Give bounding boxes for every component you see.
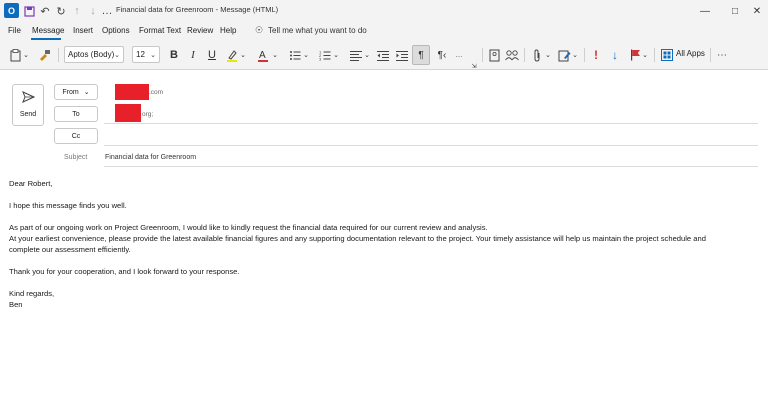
redacted-to-address [115, 104, 141, 122]
bullets-dropdown-icon[interactable]: ⌄ [302, 47, 310, 63]
subject-field-line [104, 166, 758, 167]
low-importance-icon[interactable]: ↓ [608, 47, 622, 63]
signature-dropdown-icon[interactable]: ⌄ [571, 47, 579, 63]
separator [58, 48, 59, 62]
menu-insert[interactable]: Insert [73, 26, 93, 35]
body-line: As part of our ongoing work on Project G… [9, 223, 488, 232]
message-body[interactable]: Dear Robert, I hope this message finds y… [9, 178, 759, 310]
outlook-logo-icon: O [4, 3, 19, 18]
from-label: From [62, 88, 79, 96]
decrease-indent-icon[interactable] [376, 47, 390, 63]
font-color-icon[interactable]: A [256, 47, 270, 63]
to-address-suffix[interactable]: org; [142, 111, 153, 118]
lightbulb-icon: ☉ [255, 25, 264, 35]
menu-message[interactable]: Message [32, 26, 64, 35]
address-book-icon[interactable] [487, 47, 501, 63]
separator [482, 48, 483, 62]
subject-label: Subject [64, 154, 88, 161]
send-button[interactable]: Send [12, 84, 44, 126]
menu-file[interactable]: File [8, 26, 21, 35]
increase-indent-icon[interactable] [395, 47, 409, 63]
title-bar: O ↶ ↻ ↑ ↓ … Financial data for Greenroom… [0, 0, 768, 22]
separator [524, 48, 525, 62]
separator [654, 48, 655, 62]
flag-dropdown-icon[interactable]: ⌄ [641, 47, 649, 63]
font-color-dropdown-icon[interactable]: ⌄ [271, 47, 279, 63]
follow-up-flag-icon[interactable] [628, 47, 642, 63]
body-line: Thank you for your cooperation, and I lo… [9, 267, 240, 276]
save-icon[interactable] [22, 4, 36, 18]
more-paragraph-icon[interactable]: … [455, 47, 463, 63]
svg-text:A: A [259, 50, 266, 61]
cc-label: Cc [71, 132, 81, 140]
send-icon [22, 91, 36, 106]
all-apps-icon[interactable] [660, 47, 674, 63]
menu-bar: File Message Insert Options Format Text … [0, 22, 768, 40]
cc-button[interactable]: Cc [54, 128, 98, 144]
font-family-value: Aptos (Body) [68, 50, 115, 59]
ribbon-toolbar: ⌄ Aptos (Body) ⌄ 12 ⌄ B I U ⌄ A ⌄ ⌄ 123 … [0, 40, 768, 70]
font-family-dropdown[interactable]: Aptos (Body) ⌄ [64, 46, 124, 63]
dialog-launcher-icon[interactable]: ⇲ [470, 58, 478, 74]
numbering-dropdown-icon[interactable]: ⌄ [332, 47, 340, 63]
underline-icon[interactable]: U [205, 47, 219, 63]
chevron-down-icon: ⌄ [83, 89, 90, 96]
signature-icon[interactable] [557, 47, 571, 63]
body-line: At your earliest convenience, please pro… [9, 234, 706, 243]
bold-icon[interactable]: B [167, 47, 181, 63]
body-line: I hope this message finds you well. [9, 201, 127, 210]
menu-review[interactable]: Review [187, 26, 213, 35]
numbering-icon[interactable]: 123 [318, 47, 332, 63]
separator [710, 48, 711, 62]
format-painter-icon[interactable] [36, 47, 52, 63]
signature: Ben [9, 300, 23, 309]
font-size-value: 12 [136, 50, 145, 59]
to-label: To [72, 110, 80, 118]
menu-format-text[interactable]: Format Text [139, 26, 181, 35]
subject-input[interactable]: Financial data for Greenroom [105, 154, 196, 161]
chevron-down-icon: ⌄ [150, 51, 156, 59]
cc-field-line[interactable] [104, 145, 758, 146]
greeting: Dear Robert, [9, 179, 53, 188]
all-apps-label[interactable]: All Apps [676, 49, 705, 58]
align-dropdown-icon[interactable]: ⌄ [363, 47, 371, 63]
attach-dropdown-icon[interactable]: ⌄ [544, 47, 552, 63]
svg-text:3: 3 [319, 56, 322, 61]
from-address-suffix: .com [149, 89, 164, 96]
next-item-icon[interactable]: ↓ [86, 4, 100, 18]
right-to-left-icon[interactable]: ¶‹ [434, 47, 450, 63]
chevron-down-icon: ⌄ [114, 51, 120, 59]
undo-icon[interactable]: ↶ [38, 4, 52, 18]
left-to-right-icon[interactable]: ¶ [412, 45, 430, 65]
paste-dropdown-icon[interactable]: ⌄ [22, 47, 30, 63]
align-icon[interactable] [349, 47, 363, 63]
to-button[interactable]: To [54, 106, 98, 122]
bullets-icon[interactable] [288, 47, 302, 63]
closing: Kind regards, [9, 289, 55, 298]
tell-me-search[interactable]: Tell me what you want to do [268, 26, 367, 35]
paste-icon[interactable] [8, 47, 22, 63]
body-line: complete our assessment efficiently. [9, 245, 131, 254]
send-label: Send [19, 111, 37, 118]
high-importance-icon[interactable]: ! [590, 47, 602, 63]
to-field-line [104, 123, 758, 124]
redo-icon[interactable]: ↻ [54, 4, 68, 18]
close-icon[interactable]: ✕ [742, 2, 768, 20]
separator [584, 48, 585, 62]
redacted-from-address [115, 84, 149, 100]
menu-options[interactable]: Options [102, 26, 130, 35]
more-options-icon[interactable]: ⋯ [714, 47, 730, 63]
menu-help[interactable]: Help [220, 26, 236, 35]
highlight-dropdown-icon[interactable]: ⌄ [239, 47, 247, 63]
previous-item-icon[interactable]: ↑ [70, 4, 84, 18]
font-size-dropdown[interactable]: 12 ⌄ [132, 46, 160, 63]
customize-quick-access-icon[interactable]: … [100, 4, 114, 18]
window-title: Financial data for Greenroom - Message (… [116, 5, 279, 14]
highlight-icon[interactable] [225, 47, 239, 63]
italic-icon[interactable]: I [186, 47, 200, 63]
attach-file-icon[interactable] [530, 47, 544, 63]
minimize-icon[interactable]: — [690, 2, 720, 20]
check-names-icon[interactable] [504, 47, 520, 63]
from-button[interactable]: From ⌄ [54, 84, 98, 100]
